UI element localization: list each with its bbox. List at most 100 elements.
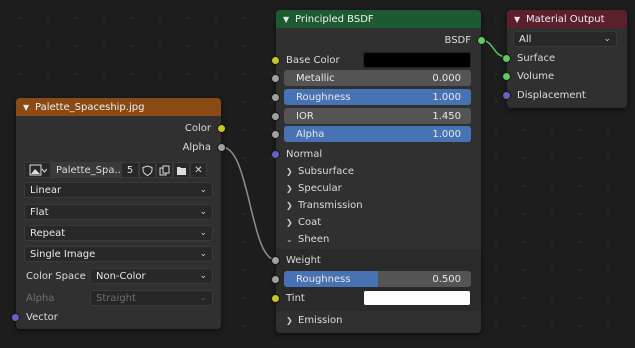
base-color-label: Base Color bbox=[286, 54, 340, 66]
panel-specular[interactable]: ❯ Specular bbox=[286, 181, 342, 195]
output-target-value: All bbox=[519, 33, 532, 45]
folder-icon bbox=[176, 166, 186, 175]
panel-emission[interactable]: ❯ Emission bbox=[286, 313, 343, 327]
material-output-header[interactable]: ▼ Material Output bbox=[507, 10, 627, 28]
output-color-socket[interactable] bbox=[218, 125, 225, 132]
panel-coat[interactable]: ❯ Coat bbox=[286, 215, 321, 229]
alpha-slider[interactable]: Alpha 1.000 bbox=[284, 126, 471, 142]
collapse-chevron-icon[interactable]: ▼ bbox=[283, 15, 295, 24]
color-space-label: Color Space bbox=[26, 270, 86, 282]
chevron-down-icon: ⌄ bbox=[603, 34, 611, 44]
sheen-roughness-slider[interactable]: Roughness 0.500 bbox=[284, 271, 471, 287]
principled-bsdf-title: Principled BSDF bbox=[295, 13, 374, 25]
open-image-button[interactable] bbox=[173, 162, 190, 178]
panel-specular-label: Specular bbox=[298, 182, 342, 194]
chevron-down-icon: ⌄ bbox=[199, 228, 207, 238]
roughness-slider[interactable]: Roughness 1.000 bbox=[284, 89, 471, 105]
duplicate-icon bbox=[159, 165, 170, 175]
material-output-node[interactable]: ▼ Material Output All ⌄ Surface Volume D… bbox=[503, 10, 627, 108]
input-displacement-socket[interactable] bbox=[503, 92, 510, 99]
input-sheen-roughness-socket[interactable] bbox=[272, 276, 279, 283]
sheen-roughness-label: Roughness bbox=[296, 273, 351, 285]
chevron-down-icon: ⌄ bbox=[286, 234, 293, 244]
interpolation-dropdown[interactable]: Linear ⌄ bbox=[24, 182, 213, 198]
chevron-right-icon: ❯ bbox=[286, 200, 293, 210]
principled-bsdf-header[interactable]: ▼ Principled BSDF bbox=[276, 10, 481, 28]
input-normal-socket[interactable] bbox=[272, 151, 279, 158]
image-name-text: Palette_Spa... bbox=[56, 164, 124, 176]
input-base-color-socket[interactable] bbox=[272, 57, 279, 64]
image-texture-header[interactable]: ▼ Palette_Spaceship.jpg bbox=[16, 98, 221, 116]
roughness-label: Roughness bbox=[296, 91, 351, 103]
extension-dropdown[interactable]: Repeat ⌄ bbox=[24, 225, 213, 241]
output-target-dropdown[interactable]: All ⌄ bbox=[513, 31, 617, 47]
input-volume-socket[interactable] bbox=[503, 73, 510, 80]
output-color-label: Color bbox=[184, 122, 211, 134]
alpha-mode-dropdown[interactable]: Straight ⌄ bbox=[90, 290, 213, 306]
collapse-chevron-icon[interactable]: ▼ bbox=[514, 15, 526, 24]
collapse-chevron-icon[interactable]: ▼ bbox=[23, 103, 35, 112]
input-surface-label: Surface bbox=[517, 52, 556, 64]
close-icon: ✕ bbox=[194, 164, 203, 176]
output-alpha-socket[interactable] bbox=[218, 144, 225, 151]
ior-value: 1.450 bbox=[432, 110, 461, 122]
color-space-dropdown[interactable]: Non-Color ⌄ bbox=[90, 268, 213, 284]
unlink-image-button[interactable]: ✕ bbox=[190, 162, 207, 178]
projection-dropdown[interactable]: Flat ⌄ bbox=[24, 204, 213, 220]
chevron-right-icon: ❯ bbox=[286, 166, 293, 176]
input-volume-label: Volume bbox=[517, 70, 555, 82]
image-icon bbox=[29, 164, 47, 176]
sheen-tint-label: Tint bbox=[286, 292, 305, 304]
alpha-mode-label: Alpha bbox=[26, 292, 55, 304]
sheen-weight-label: Weight bbox=[286, 254, 321, 266]
image-texture-node[interactable]: ▼ Palette_Spaceship.jpg Color Alpha Pale… bbox=[12, 98, 225, 329]
panel-subsurface[interactable]: ❯ Subsurface bbox=[286, 164, 354, 178]
link-alpha-to-weight bbox=[221, 146, 277, 261]
image-texture-title: Palette_Spaceship.jpg bbox=[35, 101, 145, 113]
fake-user-button[interactable] bbox=[139, 162, 156, 178]
chevron-right-icon: ❯ bbox=[286, 315, 293, 325]
input-surface-socket[interactable] bbox=[503, 55, 510, 62]
panel-coat-label: Coat bbox=[298, 216, 322, 228]
source-value: Single Image bbox=[30, 248, 96, 260]
chevron-down-icon: ⌄ bbox=[199, 293, 207, 303]
extension-value: Repeat bbox=[30, 227, 66, 239]
chevron-down-icon: ⌄ bbox=[199, 249, 207, 259]
image-name-field[interactable]: Palette_Spa... bbox=[51, 162, 124, 178]
panel-transmission[interactable]: ❯ Transmission bbox=[286, 198, 363, 212]
source-dropdown[interactable]: Single Image ⌄ bbox=[24, 246, 213, 262]
chevron-down-icon: ⌄ bbox=[199, 271, 207, 281]
input-vector-socket[interactable] bbox=[12, 314, 19, 321]
color-space-value: Non-Color bbox=[96, 270, 146, 282]
base-color-swatch[interactable] bbox=[363, 52, 471, 68]
metallic-slider[interactable]: Metallic 0.000 bbox=[284, 70, 471, 86]
panel-subsurface-label: Subsurface bbox=[298, 165, 354, 177]
sheen-tint-swatch[interactable] bbox=[363, 290, 471, 306]
chevron-right-icon: ❯ bbox=[286, 183, 293, 193]
interpolation-value: Linear bbox=[30, 184, 62, 196]
image-browse-button[interactable] bbox=[24, 162, 51, 178]
ior-slider[interactable]: IOR 1.450 bbox=[284, 108, 471, 124]
image-selector: Palette_Spa... 5 ✕ bbox=[24, 162, 207, 178]
roughness-value: 1.000 bbox=[432, 91, 461, 103]
panel-transmission-label: Transmission bbox=[298, 199, 363, 211]
input-metallic-socket[interactable] bbox=[272, 75, 279, 82]
output-bsdf-socket[interactable] bbox=[478, 37, 485, 44]
principled-bsdf-node[interactable]: ▼ Principled BSDF BSDF Base Color Metall… bbox=[272, 10, 485, 333]
panel-sheen-label: Sheen bbox=[298, 233, 330, 245]
ior-label: IOR bbox=[296, 110, 314, 122]
normal-label: Normal bbox=[286, 148, 323, 160]
input-ior-socket[interactable] bbox=[272, 113, 279, 120]
duplicate-image-button[interactable] bbox=[156, 162, 173, 178]
sheen-roughness-value: 0.500 bbox=[432, 273, 461, 285]
metallic-value: 0.000 bbox=[432, 72, 461, 84]
panel-sheen[interactable]: ⌄ Sheen bbox=[286, 232, 329, 246]
panel-emission-label: Emission bbox=[298, 314, 343, 326]
image-users-count[interactable]: 5 bbox=[121, 162, 139, 178]
input-sheen-tint-socket[interactable] bbox=[272, 295, 279, 302]
output-bsdf-label: BSDF bbox=[444, 34, 471, 46]
input-alpha-socket[interactable] bbox=[272, 131, 279, 138]
input-roughness-socket[interactable] bbox=[272, 94, 279, 101]
input-sheen-weight-socket[interactable] bbox=[272, 257, 279, 264]
metallic-label: Metallic bbox=[296, 72, 335, 84]
